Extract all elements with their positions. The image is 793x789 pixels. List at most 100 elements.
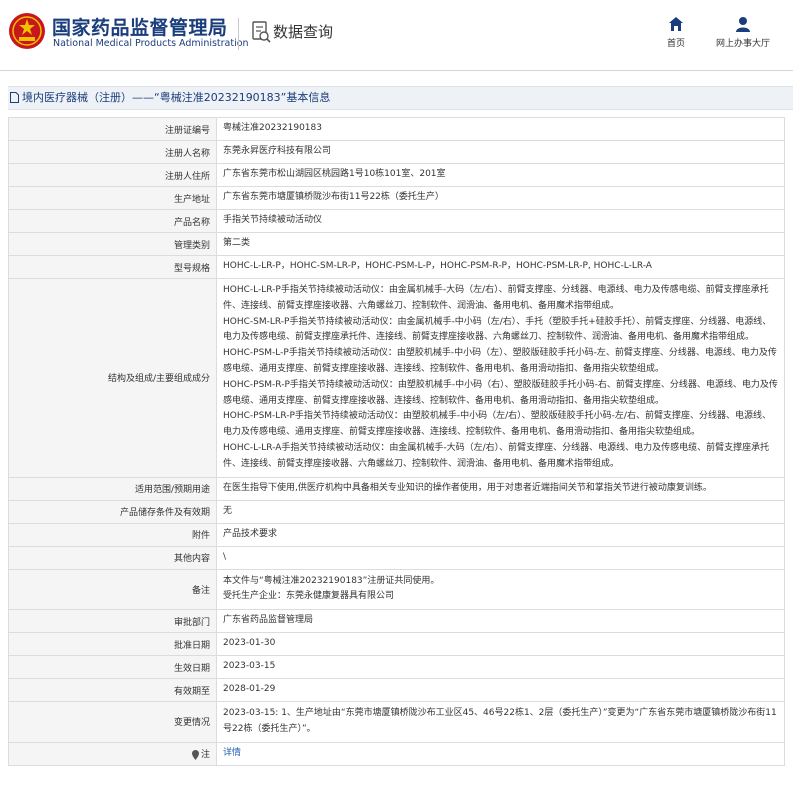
field-value: 粤械注准20232190183 [216,117,785,141]
field-value: 无 [216,499,785,524]
field-label: 注 [8,741,217,766]
field-label-text: 备注 [191,585,210,596]
field-label-text: 生效日期 [173,663,210,674]
field-label: 有效期至 [8,678,217,703]
field-label: 审批部门 [8,609,217,634]
field-label: 注册人名称 [8,140,217,164]
field-label: 型号规格 [8,255,217,279]
site-title: 国家药品监督管理局 [52,17,228,39]
field-label-text: 管理类别 [173,240,210,251]
field-label: 产品名称 [8,209,217,233]
field-value: 2023-03-15: 1、生产地址由“东莞市塘厦镇桥陇沙布工业区45、46号2… [216,701,785,743]
table-row: 注 详情 [8,741,785,766]
location-pin-icon [191,749,199,760]
table-row: 有效期至 2028-01-29 [8,678,785,703]
field-label-text: 产品储存条件及有效期 [119,508,210,519]
nav-home-label: 首页 [666,39,685,49]
field-label: 适用范围/预期用途 [8,476,217,501]
field-value-text: 本文件与“粤械注准20232190183”注册证共同使用。 受托生产企业：东莞永… [223,575,440,602]
field-value: 2028-01-29 [216,678,785,703]
document-icon [10,91,19,103]
field-label-text: 适用范围/预期用途 [134,485,210,496]
home-icon [669,17,683,31]
data-query-icon [252,21,271,43]
field-label-text: 注册证编号 [164,125,210,136]
field-value: 东莞永昇医疗科技有限公司 [216,140,785,164]
field-value-text: 产品技术要求 [223,528,278,539]
field-label-text: 产品名称 [173,217,210,228]
field-value-text: 粤械注准20232190183 [223,123,322,134]
nav-home[interactable]: 首页 [662,16,690,49]
field-label-text: 批准日期 [173,640,210,651]
table-row: 适用范围/预期用途 在医生指导下使用,供医疗机构中具备相关专业知识的操作者使用，用… [8,476,785,501]
field-value: \ [216,545,785,570]
field-value: 广东省东莞市松山湖园区桃园路1号10栋101室、201室 [216,163,785,187]
field-value-text: \ [223,551,227,562]
field-label: 批准日期 [8,632,217,657]
table-row: 型号规格 HOHC-L-LR-P，HOHC-SM-LR-P，HOHC-PSM-L-… [8,255,785,279]
field-value-text: 在医生指导下使用,供医疗机构中具备相关专业知识的操作者使用，用于对患者近端指间关… [223,482,712,493]
field-label: 备注 [8,568,217,611]
field-label: 注册人住所 [8,163,217,187]
field-label-text: 其他内容 [173,554,210,565]
field-label-text: 有效期至 [173,686,210,697]
table-row: 注册人住所 广东省东莞市松山湖园区桃园路1号10栋101室、201室 [8,163,785,187]
field-value-text: 无 [223,505,233,516]
field-value-text: 第二类 [223,238,251,249]
field-value-text: 东莞永昇医疗科技有限公司 [223,146,332,157]
field-value-text: 广东省药品监督管理局 [223,615,314,626]
table-row: 结构及组成/主要组成成分 HOHC-L-LR-P手指关节持续被动活动仪：由金属机械… [8,278,785,478]
field-label-text: 注 [200,750,210,761]
field-label: 其他内容 [8,545,217,570]
field-value-text: 2023-03-15 [223,661,276,672]
nav-online-service-label: 网上办事大厅 [715,39,770,49]
field-value-text: 2023-03-15: 1、生产地址由“东莞市塘厦镇桥陇沙布工业区45、46号2… [223,708,777,734]
table-row: 产品储存条件及有效期 无 [8,499,785,524]
field-label-text: 变更情况 [173,718,210,729]
field-value: 在医生指导下使用,供医疗机构中具备相关专业知识的操作者使用，用于对患者近端指间关… [216,476,785,501]
header-divider [238,18,239,50]
field-label-text: 结构及组成/主要组成成分 [107,374,210,385]
field-label-text: 附件 [191,531,210,542]
site-header: 国家药品监督管理局 National Medical Products Admi… [0,0,793,71]
field-value-text: 广东省东莞市塘厦镇桥陇沙布街11号22栋（委托生产） [223,192,444,203]
field-value: HOHC-L-LR-P手指关节持续被动活动仪：由金属机械手-大码（左/右）、前臂… [216,278,785,478]
field-value: 手指关节持续被动活动仪 [216,209,785,233]
breadcrumb-text: 境内医疗器械（注册）——“粤械注准20232190183”基本信息 [22,91,331,104]
table-row: 审批部门 广东省药品监督管理局 [8,609,785,634]
field-label-text: 注册人住所 [164,171,210,182]
field-value: 广东省东莞市塘厦镇桥陇沙布街11号22栋（委托生产） [216,186,785,210]
table-row: 注册人名称 东莞永昇医疗科技有限公司 [8,140,785,164]
field-value: 详情 [216,741,785,766]
field-label: 生效日期 [8,655,217,680]
field-value-text: 广东省东莞市松山湖园区桃园路1号10栋101室、201室 [223,169,446,180]
table-row: 附件 产品技术要求 [8,522,785,547]
table-row: 管理类别 第二类 [8,232,785,256]
field-label: 变更情况 [8,701,217,743]
user-icon [736,17,750,32]
field-value-text: 手指关节持续被动活动仪 [223,215,323,226]
breadcrumb: 境内医疗器械（注册）——“粤械注准20232190183”基本信息 [8,86,793,110]
field-value: 2023-01-30 [216,632,785,657]
table-row: 注册证编号 粤械注准20232190183 [8,117,785,141]
table-row: 备注 本文件与“粤械注准20232190183”注册证共同使用。 受托生产企业：东… [8,568,785,611]
field-label: 注册证编号 [8,117,217,141]
field-label-text: 生产地址 [173,194,210,205]
table-row: 产品名称 手指关节持续被动活动仪 [8,209,785,233]
field-value: 2023-03-15 [216,655,785,680]
field-label: 生产地址 [8,186,217,210]
field-value-text: 2023-01-30 [223,638,276,649]
field-label-text: 审批部门 [173,617,210,628]
field-value-text: HOHC-L-LR-P，HOHC-SM-LR-P，HOHC-PSM-L-P，HO… [223,261,652,272]
field-label: 结构及组成/主要组成成分 [8,278,217,478]
details-link[interactable]: 详情 [223,748,241,758]
field-value: 广东省药品监督管理局 [216,609,785,634]
field-value: HOHC-L-LR-P，HOHC-SM-LR-P，HOHC-PSM-L-P，HO… [216,255,785,279]
field-value: 第二类 [216,232,785,256]
registration-info-table: 注册证编号 粤械注准20232190183 注册人名称 东莞永昇医疗科技有限公司 注册人… [8,117,785,766]
field-label: 产品储存条件及有效期 [8,499,217,524]
query-title: 数据查询 [273,23,334,41]
table-row: 变更情况 2023-03-15: 1、生产地址由“东莞市塘厦镇桥陇沙布工业区45、… [8,701,785,743]
nav-online-service[interactable]: 网上办事大厅 [712,16,774,49]
field-value: 本文件与“粤械注准20232190183”注册证共同使用。 受托生产企业：东莞永… [216,568,785,611]
